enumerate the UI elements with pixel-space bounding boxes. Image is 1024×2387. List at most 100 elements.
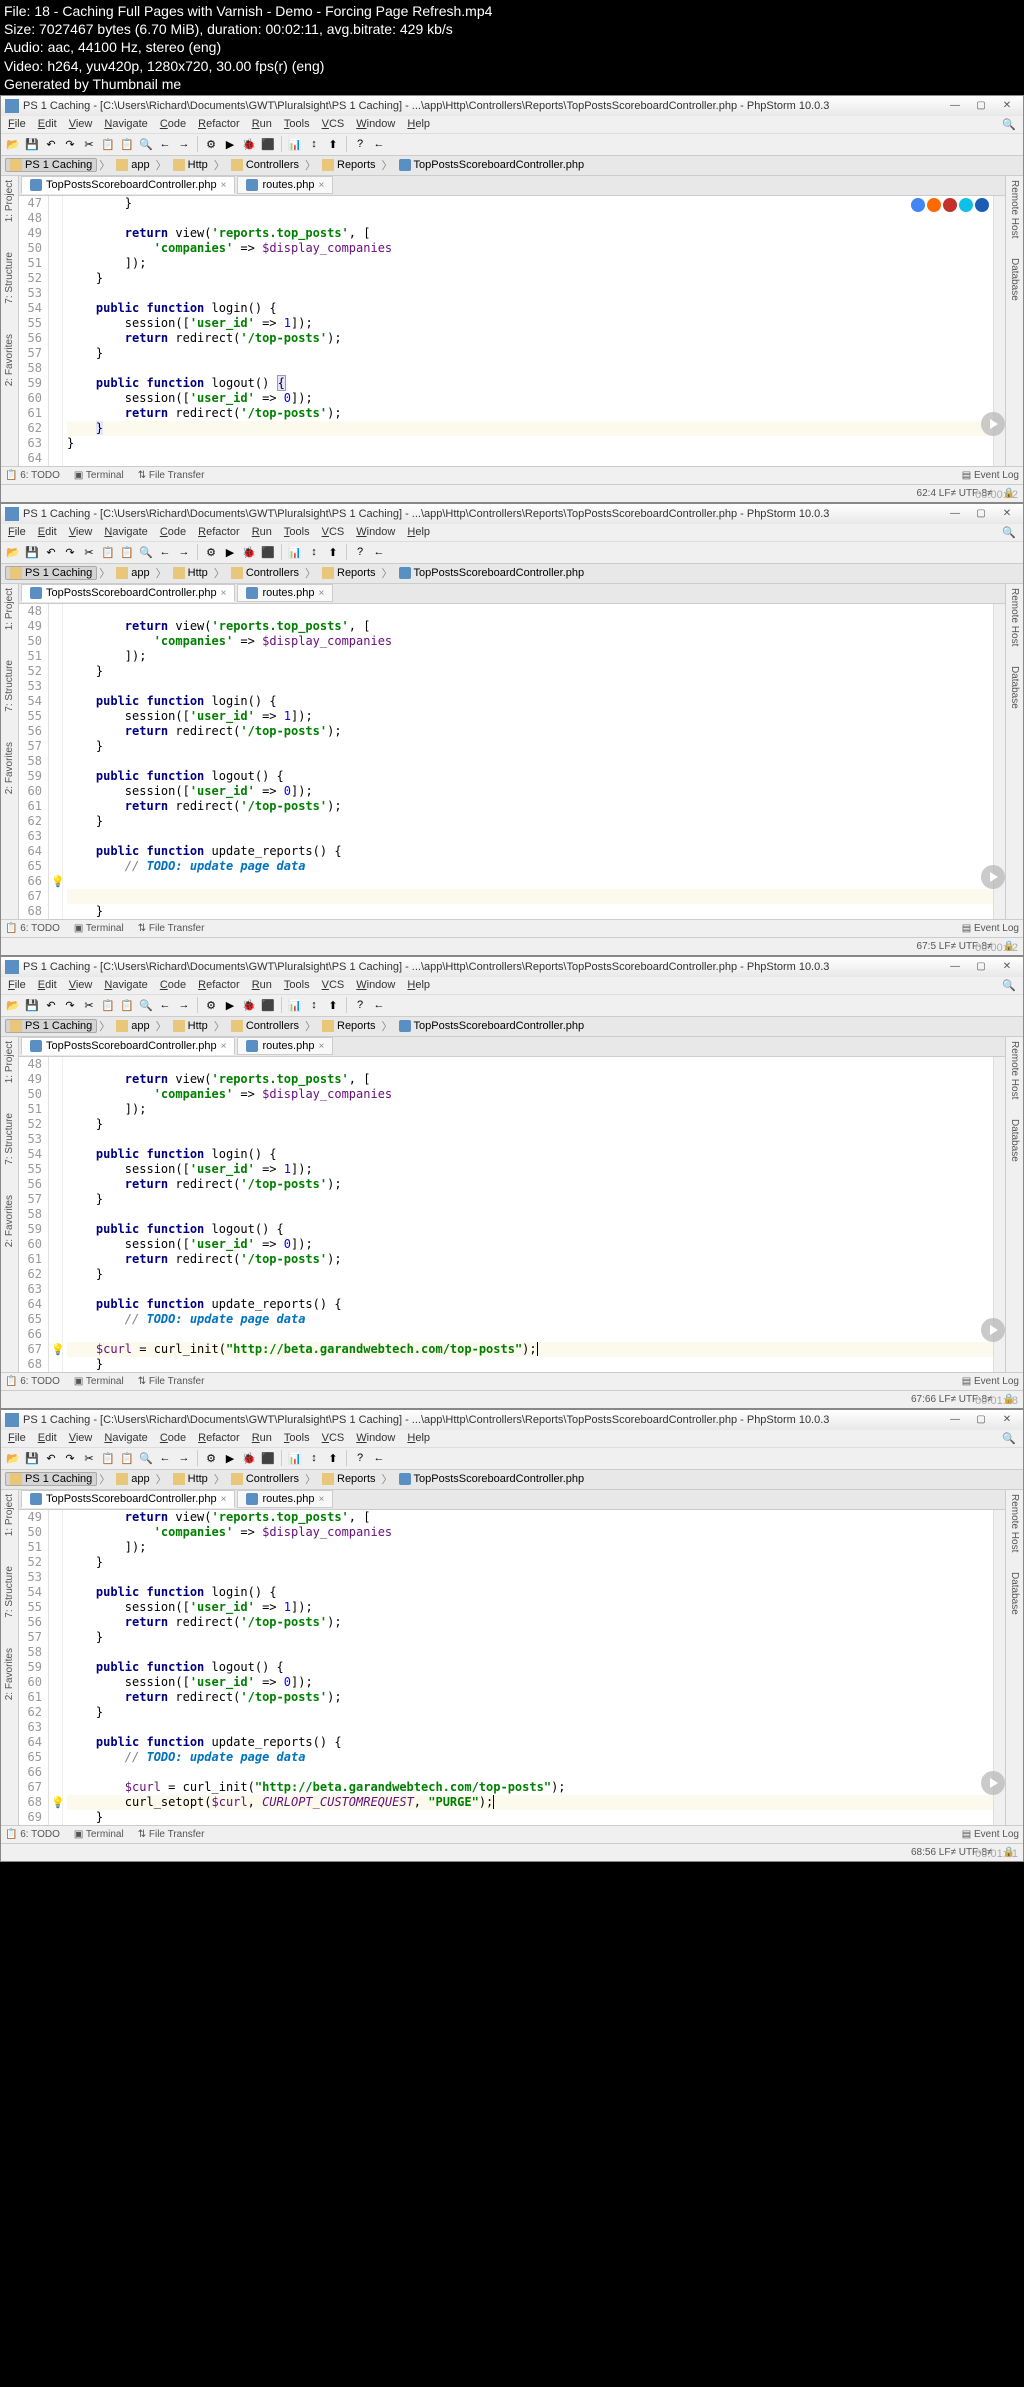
- tool-window-tab[interactable]: 7: Structure: [4, 1566, 15, 1618]
- search-icon[interactable]: 🔍: [997, 977, 1021, 994]
- menu-window[interactable]: Window: [351, 116, 400, 132]
- breadcrumb-folder[interactable]: Http: [169, 567, 212, 579]
- breadcrumb-folder[interactable]: app: [112, 567, 153, 579]
- menu-file[interactable]: File: [3, 116, 31, 132]
- menu-edit[interactable]: Edit: [33, 524, 62, 540]
- menu-help[interactable]: Help: [402, 524, 435, 540]
- menu-vcs[interactable]: VCS: [317, 977, 350, 993]
- menu-vcs[interactable]: VCS: [317, 1430, 350, 1446]
- menu-code[interactable]: Code: [155, 977, 191, 993]
- toolbar-icon[interactable]: ⬛: [260, 544, 276, 560]
- toolbar-icon[interactable]: ↷: [62, 136, 78, 152]
- toolbar-icon[interactable]: ←: [157, 1450, 173, 1466]
- toolbar-icon[interactable]: →: [176, 997, 192, 1013]
- toolbar-icon[interactable]: 📋: [119, 544, 135, 560]
- menu-navigate[interactable]: Navigate: [99, 524, 152, 540]
- menu-navigate[interactable]: Navigate: [99, 977, 152, 993]
- menu-help[interactable]: Help: [402, 977, 435, 993]
- menu-help[interactable]: Help: [402, 116, 435, 132]
- close-button[interactable]: ✕: [995, 98, 1019, 114]
- toolbar-icon[interactable]: 🐞: [241, 1450, 257, 1466]
- breadcrumb-file[interactable]: TopPostsScoreboardController.php: [395, 567, 589, 579]
- toolbar-icon[interactable]: 🐞: [241, 997, 257, 1013]
- toolbar-icon[interactable]: 🔍: [138, 544, 154, 560]
- breadcrumb-file[interactable]: TopPostsScoreboardController.php: [395, 1473, 589, 1485]
- toolbar-icon[interactable]: →: [176, 136, 192, 152]
- toolbar-icon[interactable]: ?: [352, 997, 368, 1013]
- toolbar-icon[interactable]: ⬛: [260, 1450, 276, 1466]
- toolbar-icon[interactable]: 📊: [287, 997, 303, 1013]
- minimize-button[interactable]: —: [943, 98, 967, 114]
- breadcrumb-project[interactable]: PS 1 Caching: [5, 158, 97, 172]
- toolbar-icon[interactable]: ⬛: [260, 136, 276, 152]
- menu-refactor[interactable]: Refactor: [193, 1430, 245, 1446]
- toolbar-icon[interactable]: ✂: [81, 997, 97, 1013]
- breadcrumb-project[interactable]: PS 1 Caching: [5, 566, 97, 580]
- toolbar-icon[interactable]: ←: [157, 997, 173, 1013]
- toolbar-icon[interactable]: ⬛: [260, 997, 276, 1013]
- menu-refactor[interactable]: Refactor: [193, 524, 245, 540]
- toolbar-icon[interactable]: ↕: [306, 544, 322, 560]
- tool-window-tab[interactable]: 7: Structure: [4, 252, 15, 304]
- toolbar-icon[interactable]: 📂: [5, 136, 21, 152]
- toolbar-icon[interactable]: ✂: [81, 544, 97, 560]
- tool-window-tab[interactable]: Database: [1009, 1572, 1020, 1615]
- tab-close-icon[interactable]: ×: [221, 1041, 227, 1052]
- editor-tab[interactable]: routes.php×: [237, 176, 333, 194]
- toolbar-icon[interactable]: 💾: [24, 1450, 40, 1466]
- code-editor[interactable]: 4849505152535455565758596061626364656667…: [19, 1057, 1005, 1372]
- toolbar-icon[interactable]: ←: [157, 136, 173, 152]
- toolbar-icon[interactable]: ↶: [43, 1450, 59, 1466]
- menu-run[interactable]: Run: [247, 1430, 277, 1446]
- menu-window[interactable]: Window: [351, 1430, 400, 1446]
- tool-window-tab[interactable]: Remote Host: [1009, 588, 1020, 646]
- breadcrumb-folder[interactable]: Controllers: [227, 1473, 303, 1485]
- breadcrumb-folder[interactable]: app: [112, 1020, 153, 1032]
- menu-run[interactable]: Run: [247, 977, 277, 993]
- intention-bulb-icon[interactable]: 💡: [51, 1342, 65, 1357]
- breadcrumb-folder[interactable]: Http: [169, 159, 212, 171]
- menu-view[interactable]: View: [64, 977, 98, 993]
- menu-edit[interactable]: Edit: [33, 977, 62, 993]
- todo-tool[interactable]: 📋 6: TODO: [5, 1829, 60, 1840]
- tool-window-tab[interactable]: 1: Project: [4, 588, 15, 630]
- menu-edit[interactable]: Edit: [33, 1430, 62, 1446]
- breadcrumb-project[interactable]: PS 1 Caching: [5, 1019, 97, 1033]
- toolbar-icon[interactable]: 📊: [287, 136, 303, 152]
- file-transfer-tool[interactable]: ⇅ File Transfer: [138, 923, 205, 934]
- toolbar-icon[interactable]: ↷: [62, 1450, 78, 1466]
- toolbar-icon[interactable]: ↕: [306, 1450, 322, 1466]
- menu-view[interactable]: View: [64, 524, 98, 540]
- toolbar-icon[interactable]: ↷: [62, 544, 78, 560]
- editor-tab[interactable]: TopPostsScoreboardController.php×: [21, 1490, 235, 1508]
- browser-icon[interactable]: [959, 198, 973, 212]
- tool-window-tab[interactable]: 2: Favorites: [4, 1648, 15, 1700]
- browser-icon[interactable]: [943, 198, 957, 212]
- tool-window-tab[interactable]: 2: Favorites: [4, 742, 15, 794]
- toolbar-icon[interactable]: 💾: [24, 544, 40, 560]
- menu-refactor[interactable]: Refactor: [193, 977, 245, 993]
- menu-tools[interactable]: Tools: [279, 977, 315, 993]
- terminal-tool[interactable]: ▣ Terminal: [74, 1376, 124, 1387]
- breadcrumb-project[interactable]: PS 1 Caching: [5, 1472, 97, 1486]
- toolbar-icon[interactable]: ←: [371, 544, 387, 560]
- toolbar-icon[interactable]: 📋: [100, 1450, 116, 1466]
- search-icon[interactable]: 🔍: [997, 116, 1021, 133]
- toolbar-icon[interactable]: ⬆: [325, 997, 341, 1013]
- browser-icon[interactable]: [927, 198, 941, 212]
- minimize-button[interactable]: —: [943, 506, 967, 522]
- toolbar-icon[interactable]: ▶: [222, 136, 238, 152]
- toolbar-icon[interactable]: ←: [371, 1450, 387, 1466]
- toolbar-icon[interactable]: ↶: [43, 544, 59, 560]
- tool-window-tab[interactable]: 7: Structure: [4, 1113, 15, 1165]
- toolbar-icon[interactable]: ▶: [222, 997, 238, 1013]
- menu-code[interactable]: Code: [155, 1430, 191, 1446]
- menu-file[interactable]: File: [3, 1430, 31, 1446]
- close-button[interactable]: ✕: [995, 1412, 1019, 1428]
- tab-close-icon[interactable]: ×: [318, 588, 324, 599]
- toolbar-icon[interactable]: 📋: [100, 997, 116, 1013]
- menu-view[interactable]: View: [64, 116, 98, 132]
- tool-window-tab[interactable]: 1: Project: [4, 180, 15, 222]
- toolbar-icon[interactable]: 📋: [119, 997, 135, 1013]
- toolbar-icon[interactable]: ⚙: [203, 1450, 219, 1466]
